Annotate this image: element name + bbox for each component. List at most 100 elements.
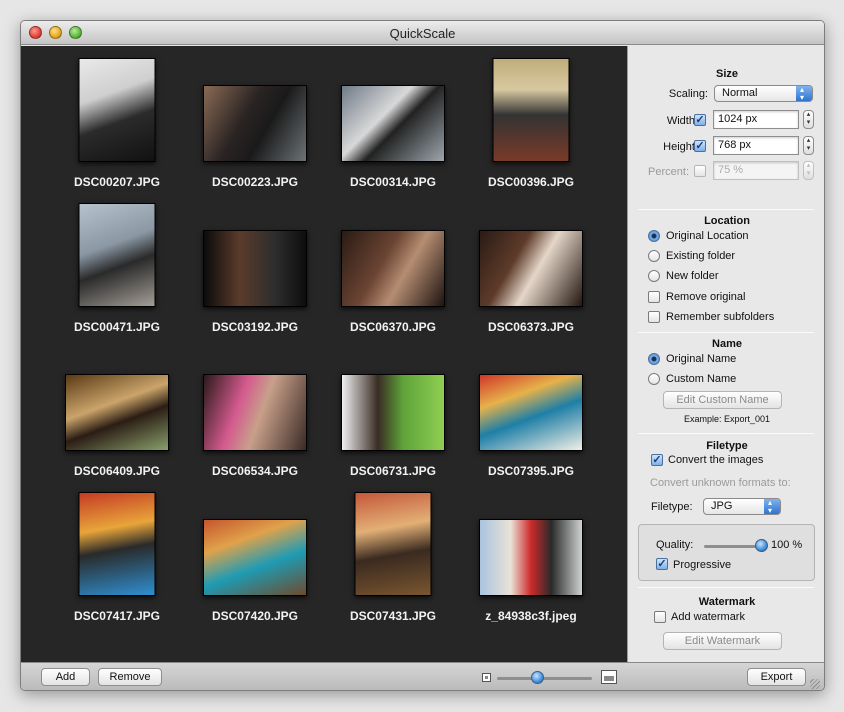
photo-thumbnail[interactable]: DSC00314.JPG	[324, 54, 462, 199]
photo-thumbnail[interactable]: DSC07417.JPG	[48, 488, 186, 633]
original-name-radio[interactable]	[648, 353, 660, 365]
photo-filename: DSC00207.JPG	[73, 175, 161, 189]
photo-thumbnail[interactable]: DSC00396.JPG	[462, 54, 600, 199]
edit-custom-name-button[interactable]: Edit Custom Name	[663, 391, 782, 409]
filetype-value: JPG	[711, 500, 733, 512]
photo-thumbnail[interactable]: DSC03192.JPG	[186, 199, 324, 344]
resize-grip-icon[interactable]	[810, 679, 820, 689]
photo-filename: DSC00314.JPG	[349, 175, 437, 189]
height-label: Height:	[663, 141, 698, 153]
width-label: Width:	[666, 115, 698, 127]
photo-image[interactable]	[479, 230, 583, 307]
custom-name-radio[interactable]	[648, 373, 660, 385]
height-stepper[interactable]: ▴ ▾	[803, 136, 814, 155]
thumbnail-size-knob[interactable]	[531, 671, 544, 684]
photo-image[interactable]	[78, 203, 156, 307]
original-location-label[interactable]: Original Location	[666, 230, 749, 242]
photo-filename: DSC00471.JPG	[73, 320, 161, 334]
photo-thumbnail[interactable]: DSC06534.JPG	[186, 343, 324, 488]
large-thumbnail-icon	[601, 670, 617, 684]
title-bar[interactable]: QuickScale	[21, 21, 824, 45]
photo-filename: DSC06409.JPG	[73, 464, 161, 478]
quality-slider-knob[interactable]	[755, 539, 768, 552]
add-button[interactable]: Add	[41, 668, 90, 686]
photo-thumbnail[interactable]: DSC06373.JPG	[462, 199, 600, 344]
original-location-radio[interactable]	[648, 230, 660, 242]
photo-thumbnail[interactable]: DSC06731.JPG	[324, 343, 462, 488]
percent-checkbox[interactable]	[694, 165, 706, 177]
photo-image[interactable]	[203, 519, 307, 596]
photo-image[interactable]	[492, 58, 570, 162]
photo-gallery[interactable]: DSC00207.JPG DSC00223.JPG DSC00314.JPG DSC0…	[21, 46, 627, 662]
remove-button[interactable]: Remove	[98, 668, 162, 686]
remove-original-label[interactable]: Remove original	[666, 291, 745, 303]
edit-watermark-button[interactable]: Edit Watermark	[663, 632, 782, 650]
photo-image[interactable]	[78, 492, 156, 596]
percent-field[interactable]: 75 %	[713, 161, 799, 180]
photo-image[interactable]	[78, 58, 156, 162]
percent-stepper[interactable]: ▴ ▾	[803, 161, 814, 180]
name-section-title: Name	[712, 338, 742, 350]
width-checkbox[interactable]: ✓	[694, 114, 706, 126]
original-name-label[interactable]: Original Name	[666, 353, 736, 365]
photo-filename: DSC07420.JPG	[211, 609, 299, 623]
add-watermark-label[interactable]: Add watermark	[671, 611, 745, 623]
photo-image[interactable]	[341, 374, 445, 451]
remove-original-checkbox[interactable]	[648, 291, 660, 303]
photo-image[interactable]	[203, 85, 307, 162]
filetype-popup[interactable]: JPG	[703, 495, 781, 518]
photo-image[interactable]	[203, 374, 307, 451]
photo-thumbnail[interactable]: DSC06370.JPG	[324, 199, 462, 344]
photo-filename: DSC06370.JPG	[349, 320, 437, 334]
location-section-title: Location	[704, 215, 750, 227]
photo-thumbnail[interactable]: DSC07395.JPG	[462, 343, 600, 488]
new-folder-radio[interactable]	[648, 270, 660, 282]
photo-filename: DSC07417.JPG	[73, 609, 161, 623]
thumbnail-size-slider[interactable]	[497, 677, 592, 680]
remember-subfolders-checkbox[interactable]	[648, 311, 660, 323]
photo-image[interactable]	[354, 492, 432, 596]
remember-subfolders-label[interactable]: Remember subfolders	[666, 311, 774, 323]
photo-thumbnail[interactable]: DSC00207.JPG	[48, 54, 186, 199]
quality-label: Quality:	[656, 539, 694, 551]
convert-images-checkbox[interactable]: ✓	[651, 454, 663, 466]
convert-images-label[interactable]: Convert the images	[668, 454, 763, 466]
photo-image[interactable]	[65, 374, 169, 451]
photo-image[interactable]	[341, 230, 445, 307]
quality-group	[638, 524, 815, 581]
photo-image[interactable]	[479, 374, 583, 451]
photo-filename: DSC00223.JPG	[211, 175, 299, 189]
height-field[interactable]: 768 px	[713, 136, 799, 155]
photo-thumbnail[interactable]: DSC00223.JPG	[186, 54, 324, 199]
photo-image[interactable]	[203, 230, 307, 307]
divider	[638, 433, 814, 434]
width-field[interactable]: 1024 px	[713, 110, 799, 129]
height-checkbox[interactable]: ✓	[694, 140, 706, 152]
convert-unknown-label: Convert unknown formats to:	[650, 477, 791, 489]
photo-thumbnail[interactable]: DSC07431.JPG	[324, 488, 462, 633]
custom-name-label[interactable]: Custom Name	[666, 373, 736, 385]
progressive-checkbox[interactable]: ✓	[656, 558, 668, 570]
quality-value: 100 %	[771, 539, 803, 551]
new-folder-label[interactable]: New folder	[666, 270, 719, 282]
bottom-toolbar: Add Remove Export	[21, 662, 824, 690]
photo-filename: DSC07395.JPG	[487, 464, 575, 478]
progressive-label[interactable]: Progressive	[673, 559, 731, 571]
existing-folder-radio[interactable]	[648, 250, 660, 262]
export-button[interactable]: Export	[747, 668, 806, 686]
photo-filename: DSC03192.JPG	[211, 320, 299, 334]
photo-filename: DSC07431.JPG	[349, 609, 437, 623]
add-watermark-checkbox[interactable]	[654, 611, 666, 623]
scaling-popup[interactable]: Normal	[714, 82, 813, 105]
width-stepper[interactable]: ▴ ▾	[803, 110, 814, 129]
name-example: Example: Export_001	[683, 414, 771, 424]
existing-folder-label[interactable]: Existing folder	[666, 250, 735, 262]
photo-thumbnail[interactable]: DSC00471.JPG	[48, 199, 186, 344]
photo-image[interactable]	[479, 519, 583, 596]
photo-thumbnail[interactable]: z_84938c3f.jpeg	[462, 488, 600, 633]
settings-sidebar: Size Scaling: Normal Width: ✓ 1024 px ▴▾…	[627, 46, 824, 662]
scaling-label: Scaling:	[668, 88, 708, 100]
photo-image[interactable]	[341, 85, 445, 162]
photo-thumbnail[interactable]: DSC06409.JPG	[48, 343, 186, 488]
photo-thumbnail[interactable]: DSC07420.JPG	[186, 488, 324, 633]
